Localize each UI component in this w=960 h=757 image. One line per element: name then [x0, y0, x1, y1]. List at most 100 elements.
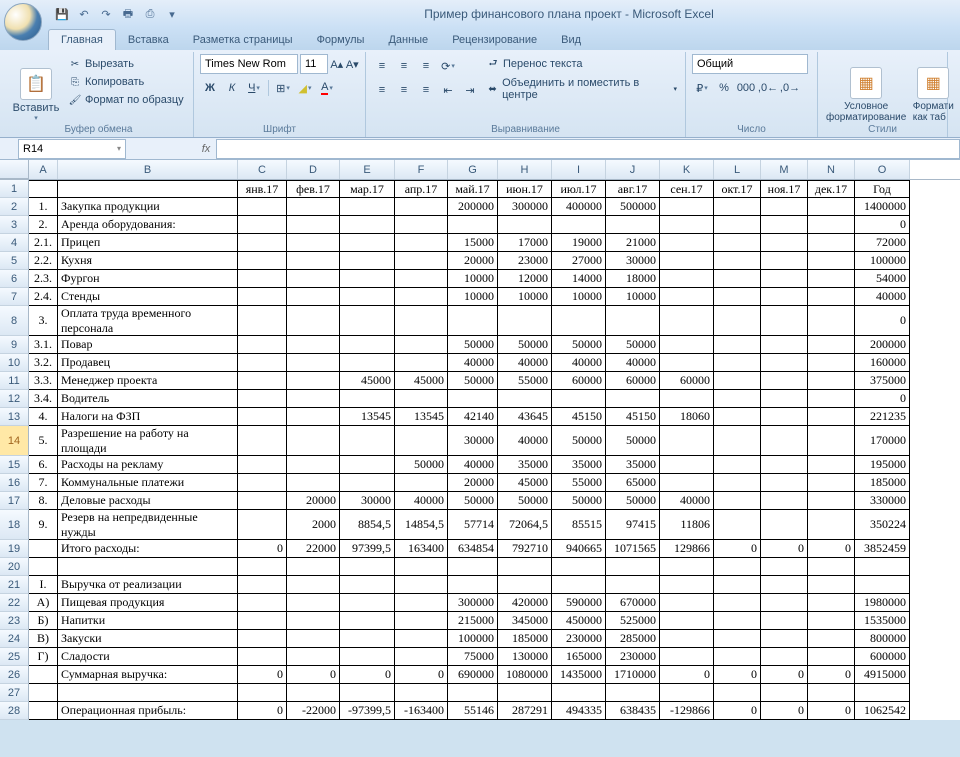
cell[interactable]	[287, 390, 340, 408]
cell[interactable]	[498, 216, 552, 234]
cell[interactable]	[340, 216, 395, 234]
wrap-text-button[interactable]: ⮐Перенос текста	[484, 56, 679, 72]
cell[interactable]	[287, 408, 340, 426]
merge-center-button[interactable]: ⬌Объединить и поместить в центре▾	[484, 76, 679, 102]
cell[interactable]	[29, 558, 58, 576]
cell[interactable]: 285000	[606, 630, 660, 648]
cell[interactable]: 0	[340, 666, 395, 684]
number-format-combo[interactable]	[692, 54, 808, 74]
cell[interactable]	[808, 390, 855, 408]
cell[interactable]	[395, 648, 448, 666]
cell[interactable]	[395, 474, 448, 492]
cell[interactable]: 792710	[498, 540, 552, 558]
cell[interactable]	[761, 426, 808, 456]
cell[interactable]: I.	[29, 576, 58, 594]
cell[interactable]: 0	[761, 702, 808, 720]
cell[interactable]: 940665	[552, 540, 606, 558]
cell[interactable]	[606, 684, 660, 702]
cell[interactable]	[714, 198, 761, 216]
cell[interactable]: 2000	[287, 510, 340, 540]
tab-view[interactable]: Вид	[549, 30, 593, 50]
cell[interactable]: 0	[395, 666, 448, 684]
cell[interactable]	[58, 180, 238, 198]
cell[interactable]: 11806	[660, 510, 714, 540]
cell[interactable]: 0	[855, 390, 910, 408]
cell[interactable]: дек.17	[808, 180, 855, 198]
col-header-G[interactable]: G	[448, 160, 498, 179]
tab-home[interactable]: Главная	[48, 29, 116, 50]
cell[interactable]: 40000	[552, 354, 606, 372]
undo-icon[interactable]: ↶	[74, 4, 94, 24]
cell[interactable]: 40000	[498, 354, 552, 372]
cell[interactable]: А)	[29, 594, 58, 612]
cell[interactable]: 8.	[29, 492, 58, 510]
cell[interactable]	[238, 306, 287, 336]
cell[interactable]: В)	[29, 630, 58, 648]
align-top-icon[interactable]: ≡	[372, 56, 392, 76]
cell[interactable]	[714, 576, 761, 594]
cell[interactable]: 287291	[498, 702, 552, 720]
cell[interactable]: Пищевая продукция	[58, 594, 238, 612]
cell[interactable]: 22000	[287, 540, 340, 558]
cell[interactable]	[448, 558, 498, 576]
cell[interactable]	[448, 576, 498, 594]
cell[interactable]	[714, 594, 761, 612]
cell[interactable]: 3.4.	[29, 390, 58, 408]
cell[interactable]	[340, 198, 395, 216]
cell[interactable]	[808, 408, 855, 426]
row-header[interactable]: 1	[0, 180, 29, 198]
cell[interactable]	[29, 540, 58, 558]
cell[interactable]: 5.	[29, 426, 58, 456]
cell[interactable]	[238, 198, 287, 216]
cell[interactable]	[395, 630, 448, 648]
row-header[interactable]: 6	[0, 270, 29, 288]
indent-icon[interactable]: ⇥	[460, 80, 480, 100]
cell[interactable]: Операционная прибыль:	[58, 702, 238, 720]
cell[interactable]: 13545	[395, 408, 448, 426]
cell[interactable]	[660, 684, 714, 702]
cell[interactable]: Прицеп	[58, 234, 238, 252]
tab-formulas[interactable]: Формулы	[305, 30, 377, 50]
cell[interactable]: 19000	[552, 234, 606, 252]
cell[interactable]	[660, 270, 714, 288]
row-header[interactable]: 3	[0, 216, 29, 234]
cell[interactable]	[395, 198, 448, 216]
cell[interactable]	[808, 558, 855, 576]
cell[interactable]: 100000	[448, 630, 498, 648]
currency-icon[interactable]: ₽	[692, 78, 712, 98]
cell[interactable]	[395, 594, 448, 612]
cell[interactable]	[761, 252, 808, 270]
cell[interactable]: 195000	[855, 456, 910, 474]
cell[interactable]	[761, 492, 808, 510]
cell[interactable]: 40000	[498, 426, 552, 456]
cell[interactable]: Сладости	[58, 648, 238, 666]
row-header[interactable]: 28	[0, 702, 29, 720]
col-header-K[interactable]: K	[660, 160, 714, 179]
cell[interactable]	[761, 234, 808, 252]
cell[interactable]	[808, 684, 855, 702]
cell[interactable]: 4.	[29, 408, 58, 426]
cell[interactable]	[340, 558, 395, 576]
cell[interactable]: 60000	[552, 372, 606, 390]
cell[interactable]	[714, 612, 761, 630]
cell[interactable]	[238, 456, 287, 474]
row-header[interactable]: 27	[0, 684, 29, 702]
row-header[interactable]: 23	[0, 612, 29, 630]
cell[interactable]	[660, 198, 714, 216]
cell[interactable]: ноя.17	[761, 180, 808, 198]
cell[interactable]	[761, 270, 808, 288]
cell[interactable]: 30000	[340, 492, 395, 510]
cell[interactable]: Кухня	[58, 252, 238, 270]
font-size-combo[interactable]	[300, 54, 328, 74]
cell[interactable]: 27000	[552, 252, 606, 270]
cell[interactable]	[287, 216, 340, 234]
cell[interactable]	[395, 234, 448, 252]
cell[interactable]: Коммунальные платежи	[58, 474, 238, 492]
cell[interactable]: 50000	[606, 336, 660, 354]
cell[interactable]	[606, 306, 660, 336]
cell[interactable]: 45150	[606, 408, 660, 426]
cell[interactable]	[58, 558, 238, 576]
office-button[interactable]	[4, 3, 42, 41]
cell[interactable]	[340, 390, 395, 408]
cell[interactable]: 165000	[552, 648, 606, 666]
